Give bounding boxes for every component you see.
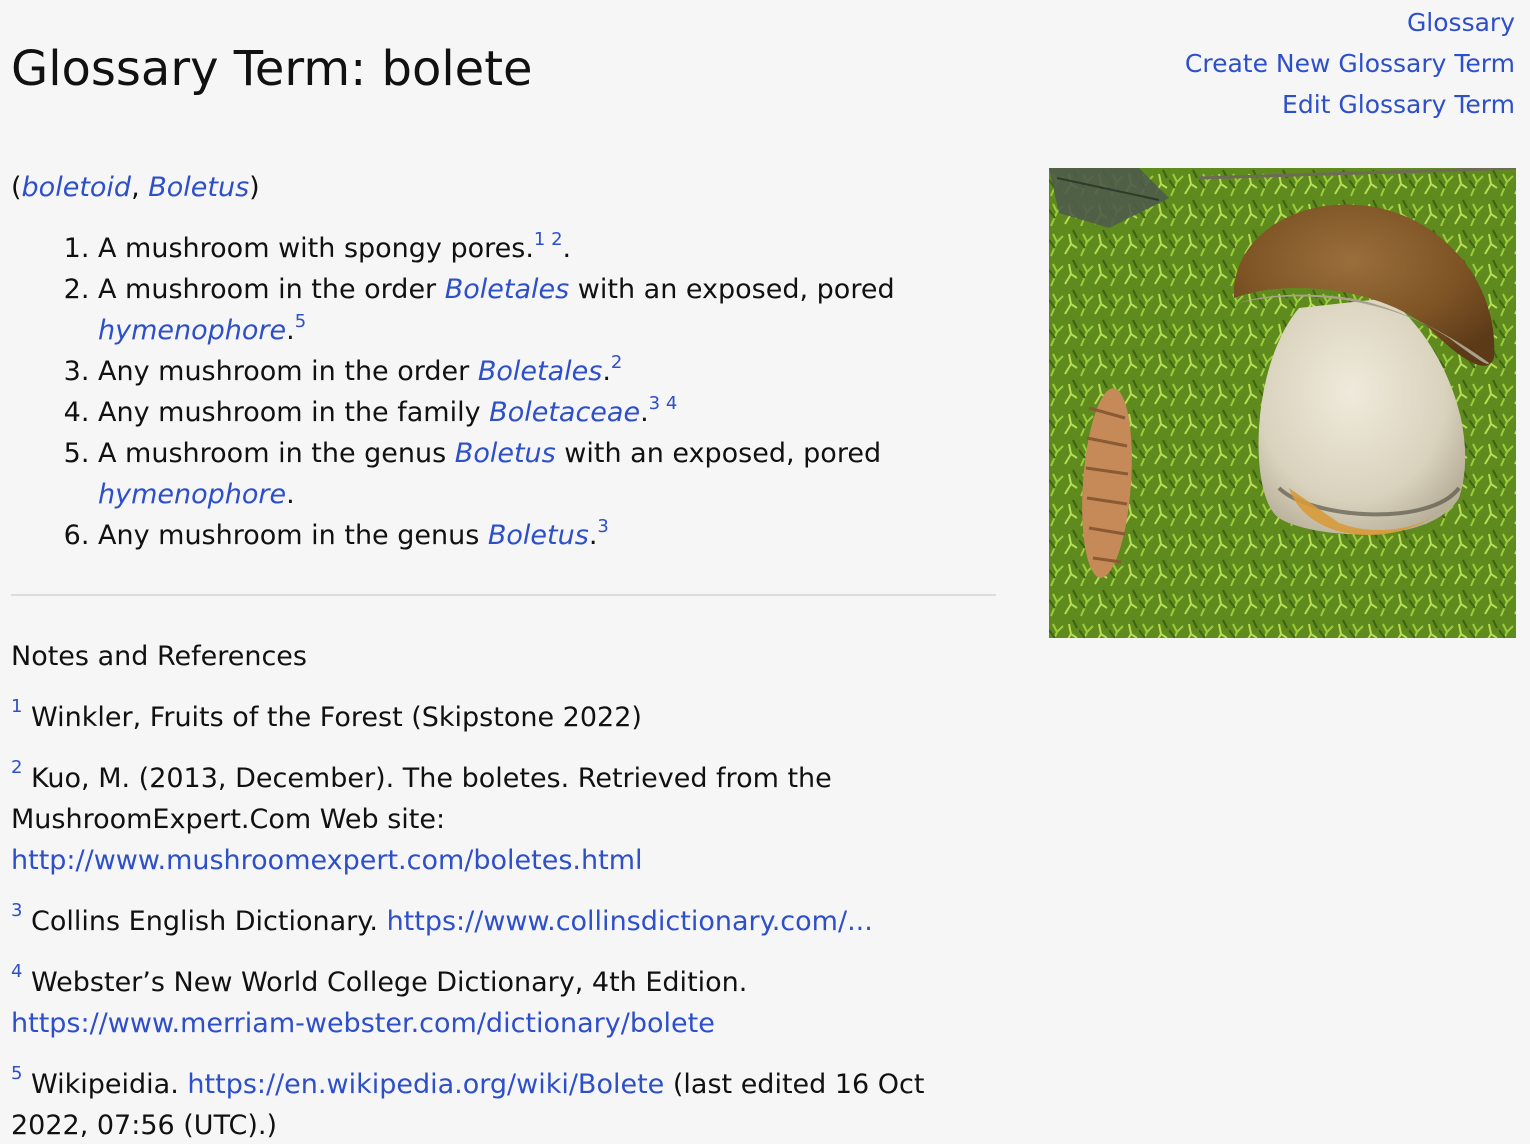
footnote-ref-link[interactable]: 3 [649,393,660,414]
definition-item: Any mushroom in the order Boletales.2 [98,351,958,392]
reference-link[interactable]: http://www.mushroomexpert.com/boletes.ht… [11,845,643,876]
footnote-ref-link[interactable]: 4 [666,393,677,414]
definition-text: Any mushroom in the order [98,356,478,387]
term-link[interactable]: Boletus [488,520,589,551]
definition-text: A mushroom in the genus [98,438,455,469]
reference-item: 5 Wikipeidia. https://en.wikipedia.org/w… [11,1064,961,1144]
definition-text: with an exposed, pored [569,274,895,305]
definition-text: . [602,356,611,387]
references-list: 1 Winkler, Fruits of the Forest (Skipsto… [11,697,961,1144]
reference-link[interactable]: https://www.merriam-webster.com/dictiona… [11,1008,715,1039]
term-link[interactable]: hymenophore [98,479,286,510]
term-link[interactable]: Boletaceae [489,397,640,428]
definition-item: Any mushroom in the family Boletaceae.3 … [98,392,958,433]
synonym-separator: , [131,172,149,203]
synonym-link-boletus[interactable]: Boletus [148,172,249,203]
synonyms-line: (boletoid, Boletus) [11,168,260,208]
footnote-ref-link[interactable]: 2 [551,229,562,250]
reference-item: 2 Kuo, M. (2013, December). The boletes.… [11,758,961,881]
section-divider [11,594,996,596]
term-link[interactable]: Boletales [445,274,569,305]
footnote-anchor[interactable]: 5 [11,1063,22,1084]
term-link[interactable]: Boletus [455,438,556,469]
footnote-anchor[interactable]: 4 [11,961,22,982]
footnote-ref-link[interactable]: 2 [611,352,622,373]
definition-item: A mushroom with spongy pores.1 2. [98,228,958,269]
reference-text: Collins English Dictionary. [31,906,387,937]
reference-item: 3 Collins English Dictionary. https://ww… [11,901,961,942]
footnote-anchor[interactable]: 2 [11,757,22,778]
definition-item: A mushroom in the order Boletales with a… [98,269,958,351]
footnote-ref-link[interactable]: 5 [295,311,306,332]
footnote-anchor[interactable]: 3 [11,900,22,921]
reference-text: Webster’s New World College Dictionary, … [31,967,748,998]
top-nav: Glossary Create New Glossary Term Edit G… [1185,2,1515,125]
reference-text: Wikipeidia. [31,1069,188,1100]
definition-text: Any mushroom in the family [98,397,490,428]
definitions-list: A mushroom with spongy pores.1 2. A mush… [0,228,958,556]
definition-text: with an exposed, pored [555,438,882,469]
footnote-ref-link[interactable]: 1 [534,229,545,250]
edit-glossary-term-link[interactable]: Edit Glossary Term [1185,84,1515,125]
reference-item: 1 Winkler, Fruits of the Forest (Skipsto… [11,697,961,738]
glossary-link[interactable]: Glossary [1185,2,1515,43]
reference-link[interactable]: https://www.collinsdictionary.com/... [387,906,873,937]
definition-text: A mushroom with spongy pores. [98,233,534,264]
page-title: Glossary Term: bolete [11,41,533,97]
reference-item: 4 Webster’s New World College Dictionary… [11,962,961,1044]
bolete-photo [1049,168,1516,638]
synonym-link-boletoid[interactable]: boletoid [22,172,132,203]
notes-heading: Notes and References [11,641,307,672]
reference-link[interactable]: https://en.wikipedia.org/wiki/Bolete [187,1069,664,1100]
term-link[interactable]: Boletales [478,356,602,387]
definition-text: . [286,479,295,510]
footnote-anchor[interactable]: 1 [11,696,22,717]
create-glossary-term-link[interactable]: Create New Glossary Term [1185,43,1515,84]
paren-open: ( [11,172,22,203]
definition-text: . [562,233,572,264]
definition-item: A mushroom in the genus Boletus with an … [98,433,958,515]
definition-text: . [640,397,649,428]
definition-text: . [286,315,295,346]
footnote-ref-link[interactable]: 3 [597,516,608,537]
paren-close: ) [249,172,260,203]
definition-item: Any mushroom in the genus Boletus.3 [98,515,958,556]
reference-text: Winkler, Fruits of the Forest (Skipstone… [31,702,642,733]
definition-text: Any mushroom in the genus [98,520,488,551]
definition-text: A mushroom in the order [98,274,445,305]
term-link[interactable]: hymenophore [98,315,286,346]
reference-text: Kuo, M. (2013, December). The boletes. R… [11,763,832,835]
